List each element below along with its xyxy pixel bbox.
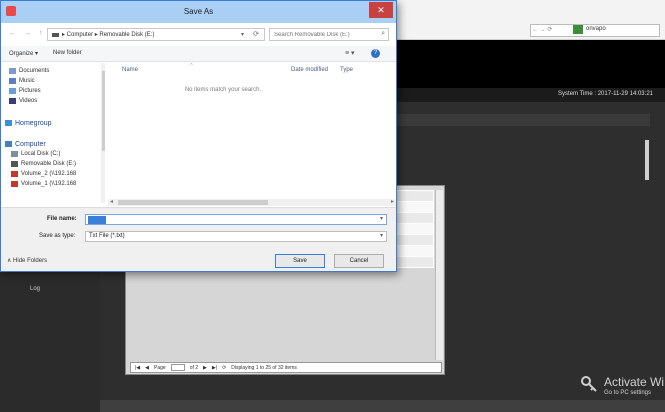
next-page-icon[interactable]: ▶ bbox=[203, 365, 207, 371]
sort-indicator-icon: ^ bbox=[190, 63, 193, 69]
chevron-down-icon[interactable]: ▾ bbox=[241, 31, 244, 38]
new-folder-button[interactable]: New folder bbox=[53, 50, 82, 56]
nav-item[interactable]: Documents bbox=[9, 66, 49, 76]
nav-item[interactable]: Pictures bbox=[9, 86, 41, 96]
nav-item-label: Volume_1 (\\192.168 bbox=[21, 181, 77, 187]
computer-icon bbox=[5, 141, 12, 147]
navigation-pane: Documents Music Pictures Videos Homegroup Com… bbox=[1, 63, 105, 203]
log-scrollbar[interactable] bbox=[435, 190, 443, 360]
nav-item-label: Documents bbox=[19, 68, 50, 74]
prev-page-icon[interactable]: ◀ bbox=[145, 365, 149, 371]
organize-button[interactable]: Organize ▾ bbox=[9, 50, 38, 57]
nav-item-label: Pictures bbox=[19, 88, 41, 94]
scroll-right-icon[interactable]: ▸ bbox=[391, 198, 394, 205]
empty-message: No items match your search. bbox=[184, 87, 262, 93]
address-row: ← → ↑ ▸ Computer ▸ Removable Disk (E:) ▾… bbox=[1, 24, 396, 44]
nav-item-label: Computer bbox=[15, 140, 46, 148]
browser-tab-label[interactable]: onvapo bbox=[586, 26, 606, 32]
pager-status: Displaying 1 to 25 of 32 items bbox=[231, 364, 297, 371]
refresh-icon[interactable]: ⟳ bbox=[222, 365, 226, 371]
key-icon bbox=[581, 376, 597, 392]
chevron-down-icon[interactable]: ▾ bbox=[380, 232, 383, 239]
system-time: System Time : 2017-11-29 14:03:21 bbox=[558, 91, 653, 97]
refresh-icon[interactable]: ⟳ bbox=[253, 30, 259, 38]
nav-item-label: Music bbox=[19, 78, 35, 84]
homegroup-icon bbox=[5, 120, 12, 126]
search-icon[interactable]: ⌕ bbox=[381, 30, 385, 38]
removable-disk-icon bbox=[11, 161, 18, 167]
nav-item-label: Videos bbox=[19, 98, 38, 104]
filename-label: File name: bbox=[47, 216, 77, 222]
browser-nav-buttons[interactable]: ← → ⟳ bbox=[532, 26, 552, 33]
save-as-dialog: Save As ✕ ← → ↑ ▸ Computer ▸ Removable D… bbox=[0, 0, 397, 272]
nav-scrollbar[interactable] bbox=[101, 63, 105, 203]
filename-field[interactable]: ▾ bbox=[85, 214, 387, 225]
search-box[interactable]: ⌕ bbox=[269, 28, 389, 41]
save-as-type-label: Save as type: bbox=[39, 233, 76, 239]
filename-input[interactable] bbox=[88, 216, 368, 224]
hide-folders-toggle[interactable]: ∧ Hide Folders bbox=[7, 257, 47, 264]
page-of-label: of 2 bbox=[189, 364, 199, 371]
close-button[interactable]: ✕ bbox=[369, 2, 393, 18]
column-header-type[interactable]: Type bbox=[340, 67, 353, 73]
activate-title: Activate Wi bbox=[604, 375, 665, 389]
column-header-date-modified[interactable]: Date modified bbox=[291, 67, 328, 73]
local-disk-icon bbox=[11, 151, 18, 157]
log-pager: |◀ ◀ Page of 2 ▶ ▶| ⟳ Displaying 1 to 25… bbox=[130, 362, 442, 373]
column-header-name[interactable]: Name bbox=[122, 67, 138, 73]
nav-item[interactable]: Volume_1 (\\192.168 bbox=[11, 179, 76, 189]
breadcrumb[interactable]: ▸ Computer ▸ Removable Disk (E:) bbox=[62, 31, 154, 38]
command-bar: Organize ▾ New folder ≡ ▾ ? bbox=[1, 46, 396, 62]
drive-icon bbox=[52, 33, 59, 37]
browser-tab-favicon bbox=[573, 25, 583, 34]
music-icon bbox=[9, 78, 16, 84]
app-scrollbar[interactable] bbox=[645, 140, 649, 180]
videos-icon bbox=[9, 98, 16, 104]
sidebar-item-log[interactable]: Log bbox=[30, 286, 40, 292]
save-as-type-select[interactable]: Txt File (*.txt) ▾ bbox=[85, 231, 387, 242]
view-options-icon[interactable]: ≡ ▾ bbox=[345, 49, 355, 57]
scroll-left-icon[interactable]: ◂ bbox=[110, 198, 113, 205]
nav-item[interactable]: Removable Disk (E:) bbox=[11, 159, 76, 169]
save-as-type-value: Txt File (*.txt) bbox=[89, 233, 125, 239]
dialog-footer: File name: ▾ Save as type: Txt File (*.t… bbox=[1, 207, 396, 271]
last-page-icon[interactable]: ▶| bbox=[212, 365, 217, 371]
page-label: Page bbox=[154, 364, 166, 371]
search-input[interactable] bbox=[270, 29, 370, 41]
nav-item[interactable]: Music bbox=[9, 76, 35, 86]
dialog-titlebar[interactable]: Save As ✕ bbox=[1, 1, 396, 23]
activate-subtitle: Go to PC settings bbox=[604, 390, 652, 396]
nav-item[interactable]: Computer bbox=[5, 139, 46, 149]
nav-item[interactable]: Local Disk (C:) bbox=[11, 149, 60, 159]
chevron-down-icon[interactable]: ▾ bbox=[380, 215, 383, 222]
documents-icon bbox=[9, 68, 16, 74]
cancel-button[interactable]: Cancel bbox=[334, 254, 384, 268]
nav-item[interactable]: Volume_2 (\\192.168 bbox=[11, 169, 76, 179]
nav-item-label: Local Disk (C:) bbox=[21, 151, 61, 157]
dialog-title: Save As bbox=[183, 7, 214, 16]
first-page-icon[interactable]: |◀ bbox=[135, 365, 140, 371]
save-button[interactable]: Save bbox=[275, 254, 325, 268]
help-icon[interactable]: ? bbox=[371, 49, 380, 58]
page-input[interactable] bbox=[170, 364, 185, 371]
nav-item[interactable]: Homegroup bbox=[5, 118, 52, 128]
nav-item-label: Volume_2 (\\192.168 bbox=[21, 171, 77, 177]
nav-item-label: Homegroup bbox=[15, 119, 52, 127]
file-list-scrollbar[interactable]: ◂ ▸ bbox=[108, 199, 396, 206]
pictures-icon bbox=[9, 88, 16, 94]
network-drive-icon bbox=[11, 181, 18, 187]
file-list: Name ^ Date modified Type No items match… bbox=[108, 63, 396, 203]
address-bar[interactable]: ▸ Computer ▸ Removable Disk (E:) ▾ ⟳ bbox=[47, 28, 265, 41]
network-drive-icon bbox=[11, 171, 18, 177]
nav-buttons[interactable]: ← → ↑ bbox=[9, 30, 45, 37]
nav-item[interactable]: Videos bbox=[9, 96, 37, 106]
nav-item-label: Removable Disk (E:) bbox=[21, 161, 77, 167]
